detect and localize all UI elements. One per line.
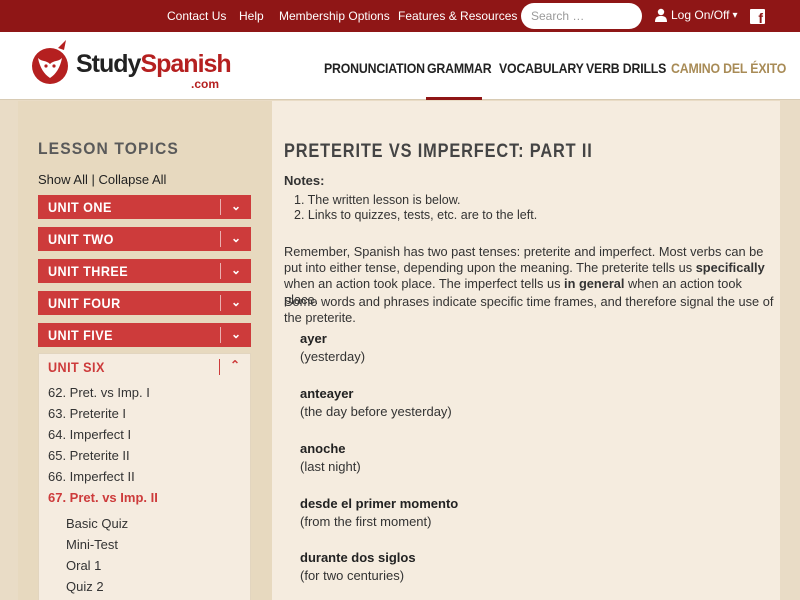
site-header: StudySpanish .com PRONUNCIATION GRAMMAR … — [0, 32, 800, 100]
unit-label: UNIT THREE — [48, 263, 129, 279]
facebook-glyph: f — [758, 10, 763, 26]
term-english: (from the first moment) — [300, 514, 432, 529]
nav-camino-del-exito[interactable]: CAMINO DEL ÉXITO — [671, 60, 786, 76]
nav-grammar[interactable]: GRAMMAR — [427, 60, 492, 76]
facebook-icon[interactable]: f — [750, 9, 765, 26]
chevron-down-icon: ⌄ — [230, 327, 241, 341]
caret-down-icon: ▾ — [732, 9, 738, 21]
lesson-link-63[interactable]: 63. Preterite I — [48, 406, 126, 421]
basic-quiz-link[interactable]: Basic Quiz — [66, 516, 128, 531]
unit-six-panel: UNIT SIX ⌃ 62. Pret. vs Imp. I 63. Prete… — [38, 353, 251, 600]
para-text: when an action took place. The imperfect… — [284, 276, 565, 291]
term-spanish: anoche — [300, 441, 346, 456]
note-item: 1. The written lesson is below. — [294, 193, 461, 207]
nav-verb-drills[interactable]: VERB DRILLS — [586, 60, 666, 76]
term-english: (yesterday) — [300, 349, 366, 364]
unit-six-header[interactable]: UNIT SIX ⌃ — [39, 354, 250, 380]
features-resources-link[interactable]: Features & Resources — [398, 9, 517, 23]
term-english: (last night) — [300, 459, 361, 474]
notes-label: Notes: — [284, 173, 325, 188]
expand-collapse-controls: Show All | Collapse All — [38, 172, 166, 187]
unit-two-header[interactable]: UNIT TWO ⌄ — [38, 227, 251, 251]
quiz-2-link[interactable]: Quiz 2 — [66, 579, 104, 594]
lesson-topics-heading: LESSON TOPICS — [38, 139, 179, 158]
unit-three-header[interactable]: UNIT THREE ⌄ — [38, 259, 251, 283]
lesson-link-62[interactable]: 62. Pret. vs Imp. I — [48, 385, 150, 400]
search-input[interactable] — [521, 3, 642, 29]
bull-logo-icon — [32, 40, 68, 84]
page-title: PRETERITE VS IMPERFECT: PART II — [284, 141, 593, 162]
chevron-down-icon: ⌄ — [230, 231, 241, 245]
mini-test-link[interactable]: Mini-Test — [66, 537, 118, 552]
unit-one-header[interactable]: UNIT ONE ⌄ — [38, 195, 251, 219]
unit-five-header[interactable]: UNIT FIVE ⌄ — [38, 323, 251, 347]
lesson-link-64[interactable]: 64. Imperfect I — [48, 427, 131, 442]
logo-dotcom: .com — [191, 77, 220, 91]
logo-wordmark: StudySpanish — [76, 50, 232, 79]
show-all-link[interactable]: Show All — [38, 172, 88, 187]
time-frames-paragraph: Some words and phrases indicate specific… — [284, 294, 774, 325]
lesson-link-66[interactable]: 66. Imperfect II — [48, 469, 135, 484]
para-emphasis: specifically — [695, 260, 765, 275]
unit-separator — [220, 295, 221, 311]
toggle-divider: | — [87, 172, 99, 187]
unit-four-header[interactable]: UNIT FOUR ⌄ — [38, 291, 251, 315]
login-menu[interactable]: Log On/Off ▾ — [654, 8, 738, 22]
logo-study: Study — [76, 50, 141, 78]
chevron-up-icon: ⌃ — [229, 358, 240, 372]
nav-pronunciation[interactable]: PRONUNCIATION — [324, 60, 425, 76]
chevron-down-icon: ⌄ — [230, 295, 241, 309]
unit-separator — [220, 263, 221, 279]
unit-label: UNIT TWO — [48, 231, 114, 247]
lesson-link-65[interactable]: 65. Preterite II — [48, 448, 130, 463]
studyspanish-logo[interactable]: StudySpanish .com — [30, 34, 232, 96]
term-english: (the day before yesterday) — [300, 404, 452, 419]
para-text: Remember, Spanish has two past tenses: p… — [284, 244, 764, 275]
nav-vocabulary[interactable]: VOCABULARY — [499, 60, 584, 76]
unit-separator — [220, 231, 221, 247]
help-link[interactable]: Help — [239, 9, 264, 23]
collapse-all-link[interactable]: Collapse All — [98, 172, 166, 187]
lesson-link-67-active[interactable]: 67. Pret. vs Imp. II — [48, 490, 158, 505]
lesson-content: PRETERITE VS IMPERFECT: PART II Notes: 1… — [272, 101, 780, 600]
unit-separator — [220, 199, 221, 215]
user-icon — [655, 8, 667, 22]
unit-label: UNIT ONE — [48, 199, 112, 215]
chevron-down-icon: ⌄ — [230, 199, 241, 213]
term-spanish: ayer — [300, 331, 327, 346]
logo-spanish: Spanish — [140, 50, 231, 78]
term-spanish: durante dos siglos — [300, 550, 416, 565]
login-label: Log On/Off — [671, 8, 730, 22]
term-english: (for two centuries) — [300, 568, 405, 583]
term-spanish: anteayer — [300, 386, 354, 401]
unit-separator — [220, 327, 221, 343]
oral-1-link[interactable]: Oral 1 — [66, 558, 101, 573]
membership-options-link[interactable]: Membership Options — [279, 9, 390, 23]
unit-label: UNIT FIVE — [48, 327, 113, 343]
note-item: 2. Links to quizzes, tests, etc. are to … — [294, 208, 538, 222]
term-spanish: desde el primer momento — [300, 496, 459, 511]
top-bar: Contact Us Help Membership Options Featu… — [0, 0, 800, 32]
active-nav-indicator — [426, 97, 482, 100]
chevron-down-icon: ⌄ — [230, 263, 241, 277]
unit-label: UNIT SIX — [48, 359, 105, 375]
unit-separator — [219, 359, 220, 375]
lesson-sidebar: LESSON TOPICS Show All | Collapse All UN… — [18, 101, 272, 600]
contact-us-link[interactable]: Contact Us — [167, 9, 226, 23]
unit-label: UNIT FOUR — [48, 295, 121, 311]
para-emphasis: in general — [564, 276, 625, 291]
